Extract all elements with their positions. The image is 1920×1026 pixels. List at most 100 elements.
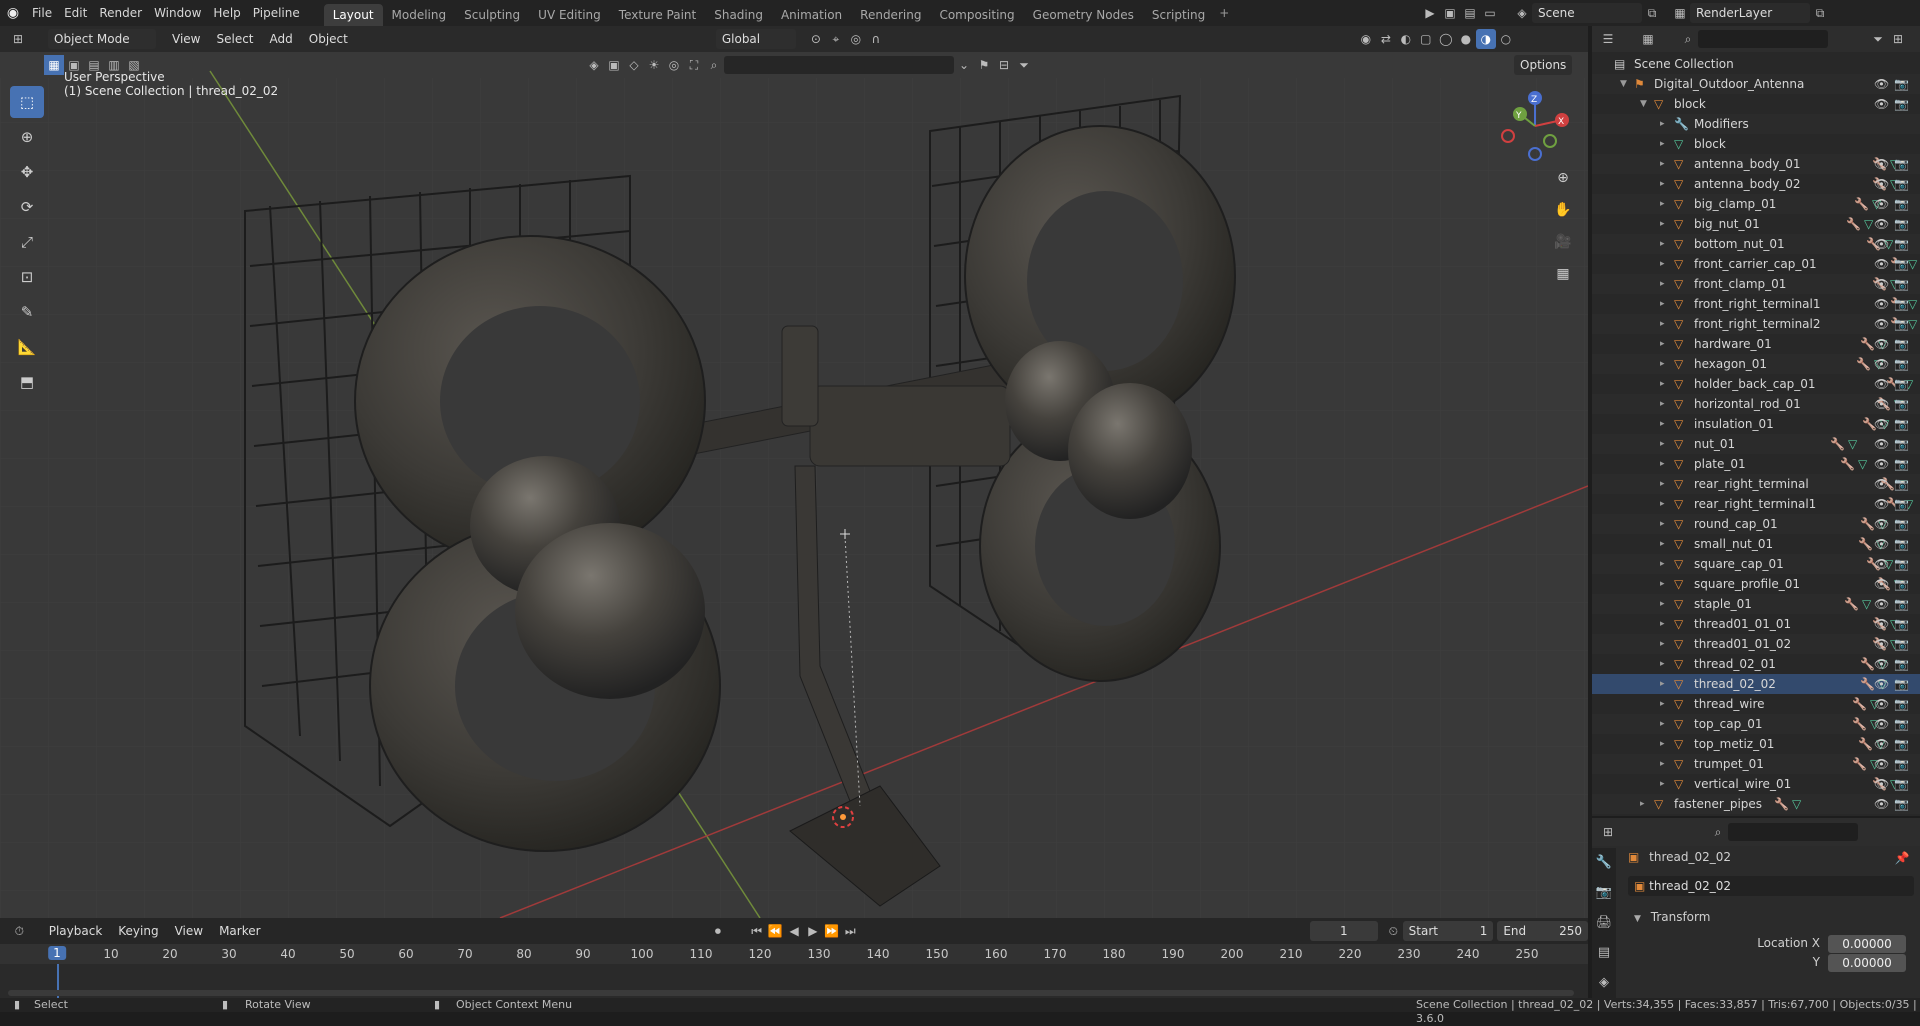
- outliner-item-rear_right_terminal[interactable]: ▸ ▽ rear_right_terminal 🔧 ▽ 👁 📷: [1592, 474, 1920, 494]
- eye-icon[interactable]: 👁: [1874, 674, 1889, 694]
- expand-right-icon[interactable]: ▸: [1660, 274, 1665, 294]
- camera-icon[interactable]: 📷: [1894, 794, 1909, 814]
- expand-right-icon[interactable]: ▸: [1660, 734, 1665, 754]
- outliner-item-plate_01[interactable]: ▸ ▽ plate_01 🔧 ▽ 👁 📷: [1592, 454, 1920, 474]
- pivot-icon[interactable]: ⊙: [806, 29, 826, 49]
- camera-icon[interactable]: 📷: [1894, 214, 1909, 234]
- camera-icon[interactable]: 📷: [1894, 774, 1909, 794]
- camera-icon[interactable]: 📷: [1894, 454, 1909, 474]
- scale-tool-icon[interactable]: ⤢: [10, 226, 44, 258]
- viewport-menu-view[interactable]: View: [164, 32, 208, 46]
- properties-search-input[interactable]: [1728, 823, 1858, 841]
- eye-icon[interactable]: 👁: [1874, 654, 1889, 674]
- expand-right-icon[interactable]: ▸: [1660, 674, 1665, 694]
- tab-sculpting[interactable]: Sculpting: [455, 4, 529, 26]
- mesh-data-icon[interactable]: ▽: [1908, 294, 1917, 314]
- select-tool-icon[interactable]: ⬚: [10, 86, 44, 118]
- outliner-item-thread01_01_01[interactable]: ▸ ▽ thread01_01_01 🔧 ▽ 👁 📷: [1592, 614, 1920, 634]
- outliner-item-thread_wire[interactable]: ▸ ▽ thread_wire 🔧 ▽ 👁 📷: [1592, 694, 1920, 714]
- expand-right-icon[interactable]: ▸: [1660, 374, 1665, 394]
- zoom-icon[interactable]: ⊕: [1548, 166, 1578, 190]
- filter-visibility-icon[interactable]: ◈: [584, 55, 604, 75]
- outliner-item-antenna_body_02[interactable]: ▸ ▽ antenna_body_02 🔧 ▽ 👁 📷: [1592, 174, 1920, 194]
- tab-modeling[interactable]: Modeling: [383, 4, 456, 26]
- camera-icon[interactable]: 📷: [1894, 674, 1909, 694]
- modifier-icon[interactable]: 🔧: [1856, 354, 1871, 374]
- camera-icon[interactable]: 📷: [1894, 154, 1909, 174]
- camera-view-icon[interactable]: 🎥: [1548, 230, 1578, 254]
- outliner-item-big_nut_01[interactable]: ▸ ▽ big_nut_01 🔧 ▽ 👁 📷: [1592, 214, 1920, 234]
- outliner-editor-icon[interactable]: ☰: [1598, 29, 1618, 49]
- select-box-icon[interactable]: ▦: [44, 55, 64, 75]
- camera-icon[interactable]: 📷: [1894, 174, 1909, 194]
- expand-right-icon[interactable]: ▸: [1660, 594, 1665, 614]
- measure-tool-icon[interactable]: 📐: [10, 331, 44, 363]
- expand-right-icon[interactable]: ▸: [1660, 354, 1665, 374]
- outliner-item-hardware_01[interactable]: ▸ ▽ hardware_01 🔧 ▽ 👁 📷: [1592, 334, 1920, 354]
- expand-right-icon[interactable]: ▸: [1640, 794, 1645, 814]
- modifier-icon[interactable]: 🔧: [1852, 754, 1867, 774]
- menu-edit[interactable]: Edit: [58, 0, 93, 26]
- chevron-down-icon[interactable]: ⌄: [954, 55, 974, 75]
- tool-tab-icon[interactable]: 🔧: [1592, 848, 1616, 878]
- filter-mesh-icon[interactable]: ◇: [624, 55, 644, 75]
- outliner-search-input[interactable]: [1698, 30, 1828, 48]
- render-anim-icon[interactable]: ▤: [1460, 3, 1480, 23]
- camera-icon[interactable]: 📷: [1894, 94, 1909, 114]
- outliner-item-antenna_body_01[interactable]: ▸ ▽ antenna_body_01 🔧 ▽ 👁 📷: [1592, 154, 1920, 174]
- render-image-icon[interactable]: ▣: [1440, 3, 1460, 23]
- expand-right-icon[interactable]: ▸: [1660, 174, 1665, 194]
- outliner-item-top_metiz_01[interactable]: ▸ ▽ top_metiz_01 🔧 ▽ 👁 📷: [1592, 734, 1920, 754]
- camera-icon[interactable]: 📷: [1894, 474, 1909, 494]
- expand-right-icon[interactable]: ▸: [1660, 434, 1665, 454]
- outliner-item-staple_01[interactable]: ▸ ▽ staple_01 🔧 ▽ 👁 📷: [1592, 594, 1920, 614]
- outliner-item-nut_01[interactable]: ▸ ▽ nut_01 🔧 ▽ 👁 📷: [1592, 434, 1920, 454]
- annotate-tool-icon[interactable]: ✎: [10, 296, 44, 328]
- camera-icon[interactable]: 📷: [1894, 354, 1909, 374]
- filter-empty-icon[interactable]: ⛶: [684, 55, 704, 75]
- expand-right-icon[interactable]: ▸: [1660, 694, 1665, 714]
- camera-icon[interactable]: 📷: [1894, 194, 1909, 214]
- eye-icon[interactable]: 👁: [1874, 254, 1889, 274]
- wireframe-shading-icon[interactable]: ◯: [1436, 29, 1456, 49]
- tab-layout[interactable]: Layout: [323, 4, 383, 26]
- camera-icon[interactable]: 📷: [1894, 414, 1909, 434]
- scene-field[interactable]: Scene: [1532, 3, 1642, 23]
- outliner-item-front_clamp_01[interactable]: ▸ ▽ front_clamp_01 🔧 ▽ 👁 📷: [1592, 274, 1920, 294]
- eye-icon[interactable]: 👁: [1874, 354, 1889, 374]
- next-keyframe-icon[interactable]: ⏩: [822, 921, 841, 941]
- expand-right-icon[interactable]: ▸: [1660, 534, 1665, 554]
- expand-right-icon[interactable]: ▸: [1660, 554, 1665, 574]
- modifier-icon[interactable]: 🔧: [1844, 594, 1859, 614]
- falloff-icon[interactable]: ∩: [866, 29, 886, 49]
- expand-right-icon[interactable]: ▸: [1660, 474, 1665, 494]
- orientation-select[interactable]: Global: [715, 29, 796, 49]
- rotate-tool-icon[interactable]: ⟳: [10, 191, 44, 223]
- eye-icon[interactable]: 👁: [1874, 534, 1889, 554]
- eye-icon[interactable]: 👁: [1874, 214, 1889, 234]
- menu-help[interactable]: Help: [207, 0, 246, 26]
- tab-geometry-nodes[interactable]: Geometry Nodes: [1024, 4, 1143, 26]
- expand-right-icon[interactable]: ▸: [1660, 394, 1665, 414]
- cursor-tool-icon[interactable]: ⊕: [10, 121, 44, 153]
- play-reverse-icon[interactable]: ◀: [785, 921, 804, 941]
- camera-icon[interactable]: 📷: [1894, 734, 1909, 754]
- pan-hand-icon[interactable]: ✋: [1548, 198, 1578, 222]
- prev-keyframe-icon[interactable]: ⏪: [766, 921, 785, 941]
- eye-icon[interactable]: 👁: [1874, 574, 1889, 594]
- new-layer-icon[interactable]: ⧉: [1810, 3, 1830, 23]
- gizmo-toggle-icon[interactable]: ⇄: [1376, 29, 1396, 49]
- eye-icon[interactable]: 👁: [1874, 714, 1889, 734]
- pin-icon[interactable]: 📌: [1892, 848, 1912, 868]
- menu-window[interactable]: Window: [148, 0, 207, 26]
- filter-select-icon[interactable]: ▣: [604, 55, 624, 75]
- timeline-ruler[interactable]: 1 10 20 30 40 50 60 70 80 90 100 110 120 130 140 150 16…: [0, 944, 1588, 964]
- camera-icon[interactable]: 📷: [1894, 594, 1909, 614]
- modifier-icon[interactable]: 🔧: [1852, 694, 1867, 714]
- filter-light-icon[interactable]: ☀: [644, 55, 664, 75]
- tab-uv-editing[interactable]: UV Editing: [529, 4, 610, 26]
- viewport-search-input[interactable]: [724, 56, 954, 74]
- modifier-icon[interactable]: 🔧: [1840, 454, 1855, 474]
- timeline-scrollbar[interactable]: [8, 990, 1574, 996]
- eye-icon[interactable]: 👁: [1874, 234, 1889, 254]
